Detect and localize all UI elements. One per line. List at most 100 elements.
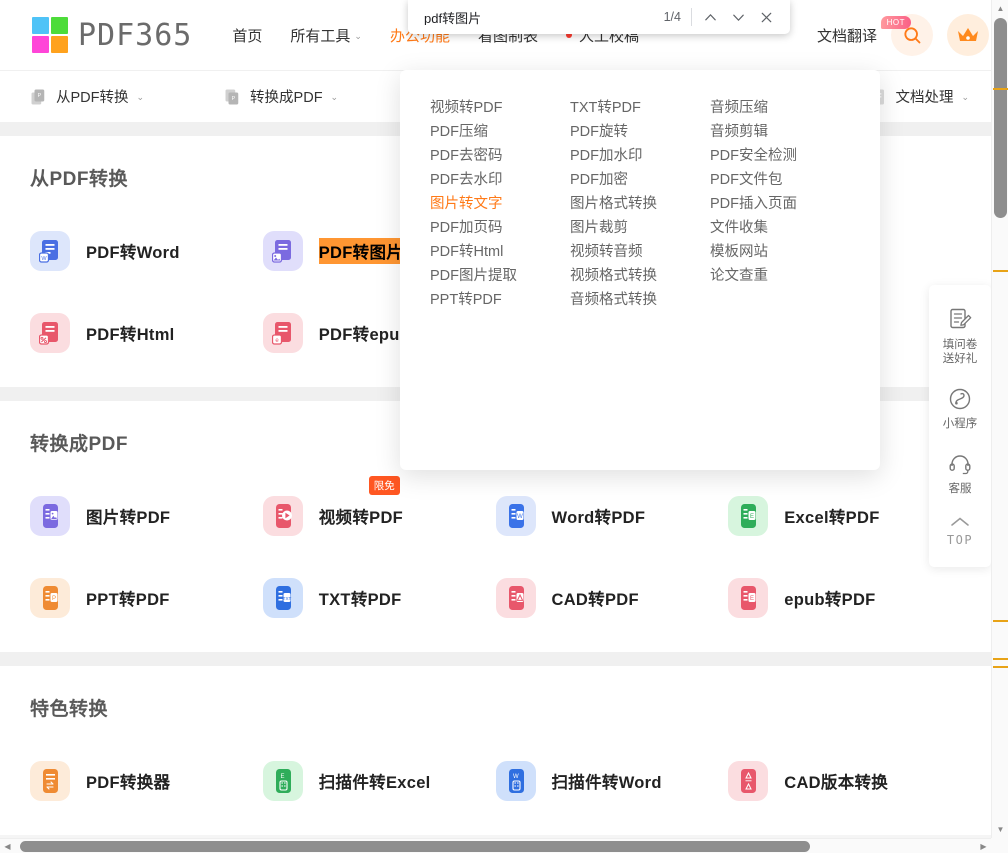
tool-grid: 图片转PDF 视频转PDF 限免 W Word转PDF E Excel转PDF …: [30, 476, 961, 618]
rail-item-survey[interactable]: 填问卷 送好礼: [929, 297, 991, 376]
dropdown-item[interactable]: PDF去水印: [430, 168, 570, 192]
vertical-scroll-thumb[interactable]: [994, 18, 1007, 218]
horizontal-scroll-thumb[interactable]: [20, 841, 810, 852]
find-match-marker: [993, 620, 1008, 622]
nav-item-all-tools[interactable]: 所有工具 ⌄: [290, 25, 362, 46]
dropdown-item[interactable]: PDF安全检测: [710, 144, 850, 168]
dropdown-item[interactable]: 图片裁剪: [570, 216, 710, 240]
pdf-converter-icon: [30, 761, 70, 801]
tool-label: CAD转PDF: [551, 591, 639, 609]
scroll-down-arrow[interactable]: ▼: [992, 821, 1008, 838]
vip-button[interactable]: [947, 14, 989, 56]
dropdown-item[interactable]: 文件收集: [710, 216, 850, 240]
dropdown-item[interactable]: PDF加页码: [430, 216, 570, 240]
doc-translate-link[interactable]: 文档翻译 HOT: [816, 15, 911, 46]
tool-label: TXT转PDF: [318, 591, 402, 609]
tool-label: CAD版本转换: [784, 774, 889, 792]
subnav-item-convert-to-pdf[interactable]: P 转换成PDF ⌄: [224, 86, 338, 107]
chevron-down-icon: ⌄: [136, 92, 145, 102]
ppt-to-pdf-icon: P: [30, 578, 70, 618]
tool-cad-version-convert[interactable]: CAD版本转换: [728, 761, 961, 801]
tool-pdf-to-word[interactable]: W PDF转Word: [30, 231, 263, 271]
horizontal-scrollbar[interactable]: ◀ ▶: [0, 838, 991, 853]
tool-label: 扫描件转Excel: [318, 774, 431, 792]
subnav-document-process[interactable]: 文档处理 ⌄: [869, 86, 969, 107]
rail-item-miniprogram[interactable]: 小程序: [929, 376, 991, 441]
word-to-pdf-icon: W: [495, 496, 536, 536]
dropdown-item[interactable]: 视频转音频: [570, 240, 710, 264]
hot-badge: HOT: [880, 15, 911, 29]
find-match-marker: [993, 88, 1008, 90]
dropdown-item[interactable]: 论文查重: [710, 264, 850, 288]
find-match-count: 1/4: [663, 10, 681, 24]
tool-scan-to-excel[interactable]: E 扫描件转Excel: [262, 761, 496, 801]
dropdown-item[interactable]: 音频压缩: [710, 96, 850, 120]
tool-txt-to-pdf[interactable]: TXT TXT转PDF: [262, 578, 496, 618]
tool-pdf-to-html[interactable]: PDF转Html: [30, 313, 263, 353]
survey-icon: [950, 308, 972, 329]
dropdown-grid: 视频转PDF PDF压缩 PDF去密码 PDF去水印 图片转文字 PDF加页码 …: [430, 96, 850, 312]
rail-label: 填问卷 送好礼: [942, 339, 978, 365]
miniprogram-icon: [949, 388, 971, 410]
cad-to-pdf-icon: [495, 578, 536, 618]
dropdown-item[interactable]: 视频格式转换: [570, 264, 710, 288]
section-spacer: [0, 652, 991, 666]
scroll-left-arrow[interactable]: ◀: [0, 839, 15, 853]
vertical-scrollbar[interactable]: ▲ ▼: [991, 0, 1008, 838]
dropdown-column-2: TXT转PDF PDF旋转 PDF加水印 PDF加密 图片格式转换 图片裁剪 视…: [570, 96, 710, 312]
tool-label: PDF转Word: [86, 244, 180, 262]
subnav-label: 从PDF转换: [56, 90, 129, 106]
subnav-item-convert-from-pdf[interactable]: P 从PDF转换 ⌄: [30, 86, 144, 107]
pdf-to-word-icon: W: [30, 231, 70, 271]
tool-label: 视频转PDF: [318, 509, 404, 527]
find-input[interactable]: [424, 9, 664, 25]
tool-label: Word转PDF: [551, 509, 646, 527]
rail-item-support[interactable]: 客服: [929, 441, 991, 506]
dropdown-item[interactable]: 视频转PDF: [430, 96, 570, 120]
find-match-marker: [993, 270, 1008, 272]
find-prev-button[interactable]: [696, 3, 724, 31]
doc-translate-label: 文档翻译: [816, 27, 877, 45]
dropdown-item[interactable]: 音频格式转换: [570, 288, 710, 312]
pdf-convert-to-icon: P: [225, 89, 239, 104]
tool-epub-to-pdf[interactable]: E epub转PDF: [728, 578, 961, 618]
epub-to-pdf-icon: E: [728, 578, 769, 618]
rail-item-back-to-top[interactable]: TOP: [929, 506, 991, 557]
dropdown-item[interactable]: PDF文件包: [710, 168, 850, 192]
dropdown-item[interactable]: PDF压缩: [430, 120, 570, 144]
dropdown-item[interactable]: PDF旋转: [570, 120, 710, 144]
tool-video-to-pdf[interactable]: 视频转PDF 限免: [262, 476, 496, 536]
dropdown-item[interactable]: 音频剪辑: [710, 120, 850, 144]
tool-scan-to-word[interactable]: W 扫描件转Word: [495, 761, 729, 801]
crown-icon: [958, 28, 978, 41]
header-right: 文档翻译 HOT: [817, 0, 991, 70]
limited-free-badge: 限免: [368, 476, 400, 495]
dropdown-item[interactable]: PDF转Html: [430, 240, 570, 264]
find-next-button[interactable]: [724, 3, 752, 31]
dropdown-item[interactable]: PDF加密: [570, 168, 710, 192]
dropdown-item-active[interactable]: 图片转文字: [430, 192, 570, 216]
dropdown-item[interactable]: PDF加水印: [570, 144, 710, 168]
scroll-up-arrow[interactable]: ▲: [992, 0, 1008, 17]
dropdown-item[interactable]: PDF图片提取: [430, 264, 570, 288]
tool-pdf-converter[interactable]: PDF转换器: [30, 761, 263, 801]
tool-ppt-to-pdf[interactable]: P PPT转PDF: [30, 578, 263, 618]
dropdown-item[interactable]: PPT转PDF: [430, 288, 570, 312]
tool-word-to-pdf[interactable]: W Word转PDF: [495, 496, 729, 536]
scroll-right-arrow[interactable]: ▶: [976, 839, 991, 853]
nav-item-home[interactable]: 首页: [232, 25, 262, 46]
find-close-button[interactable]: [752, 3, 780, 31]
dropdown-item[interactable]: 模板网站: [710, 240, 850, 264]
dropdown-item[interactable]: PDF去密码: [430, 144, 570, 168]
logo[interactable]: PDF365: [32, 17, 192, 53]
rail-label: TOP: [946, 533, 974, 547]
tool-image-to-pdf[interactable]: 图片转PDF: [30, 496, 263, 536]
dropdown-item[interactable]: PDF插入页面: [710, 192, 850, 216]
svg-text:E: E: [750, 596, 754, 602]
dropdown-item[interactable]: TXT转PDF: [570, 96, 710, 120]
dropdown-column-3: 音频压缩 音频剪辑 PDF安全检测 PDF文件包 PDF插入页面 文件收集 模板…: [710, 96, 850, 312]
tool-excel-to-pdf[interactable]: E Excel转PDF: [728, 496, 961, 536]
tool-cad-to-pdf[interactable]: CAD转PDF: [495, 578, 729, 618]
svg-text:P: P: [38, 93, 42, 99]
dropdown-item[interactable]: 图片格式转换: [570, 192, 710, 216]
